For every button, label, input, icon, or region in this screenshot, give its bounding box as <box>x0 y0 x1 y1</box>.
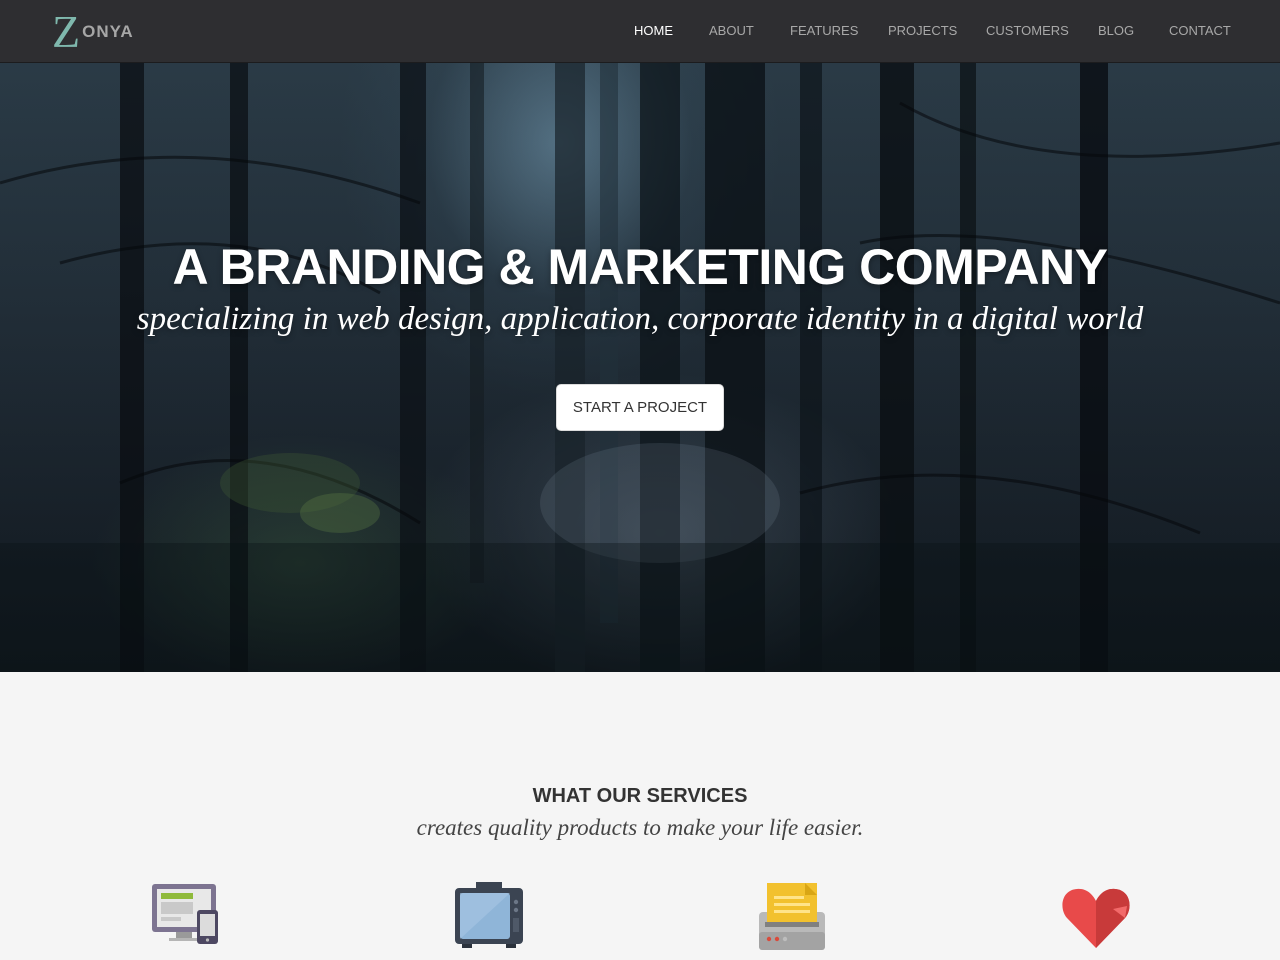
logo-letter: Z <box>52 6 81 57</box>
nav-item-customers[interactable]: CUSTOMERS <box>986 23 1069 38</box>
hero-title: A BRANDING & MARKETING COMPANY <box>172 239 1108 295</box>
printer-icon <box>759 883 825 950</box>
hero-content: A BRANDING & MARKETING COMPANY specializ… <box>0 63 1280 672</box>
nav-item-blog[interactable]: BLOG <box>1098 23 1134 38</box>
services-section: WHAT OUR SERVICES creates quality produc… <box>0 672 1280 960</box>
services-subtitle: creates quality products to make your li… <box>416 815 864 840</box>
hero-subtitle: specializing in web design, application,… <box>136 301 1144 337</box>
tv-icon <box>455 882 523 948</box>
nav-item-about[interactable]: ABOUT <box>709 23 754 38</box>
services-title: WHAT OUR SERVICES <box>532 785 748 807</box>
nav-item-contact[interactable]: CONTACT <box>1169 23 1231 38</box>
start-project-button[interactable]: START A PROJECT <box>556 384 724 431</box>
brand-logo[interactable]: Z ONYA <box>52 6 134 57</box>
logo-text: ONYA <box>82 22 134 41</box>
hero-section: A BRANDING & MARKETING COMPANY specializ… <box>0 63 1280 672</box>
nav-item-home[interactable]: HOME <box>634 23 673 38</box>
heart-icon <box>1062 888 1130 948</box>
nav-item-features[interactable]: FEATURES <box>790 23 858 38</box>
nav-item-projects[interactable]: PROJECTS <box>888 23 957 38</box>
devices-icon <box>152 884 218 944</box>
top-navbar: Z ONYA HOME ABOUT FEATURES PROJECTS CUST… <box>0 0 1280 63</box>
